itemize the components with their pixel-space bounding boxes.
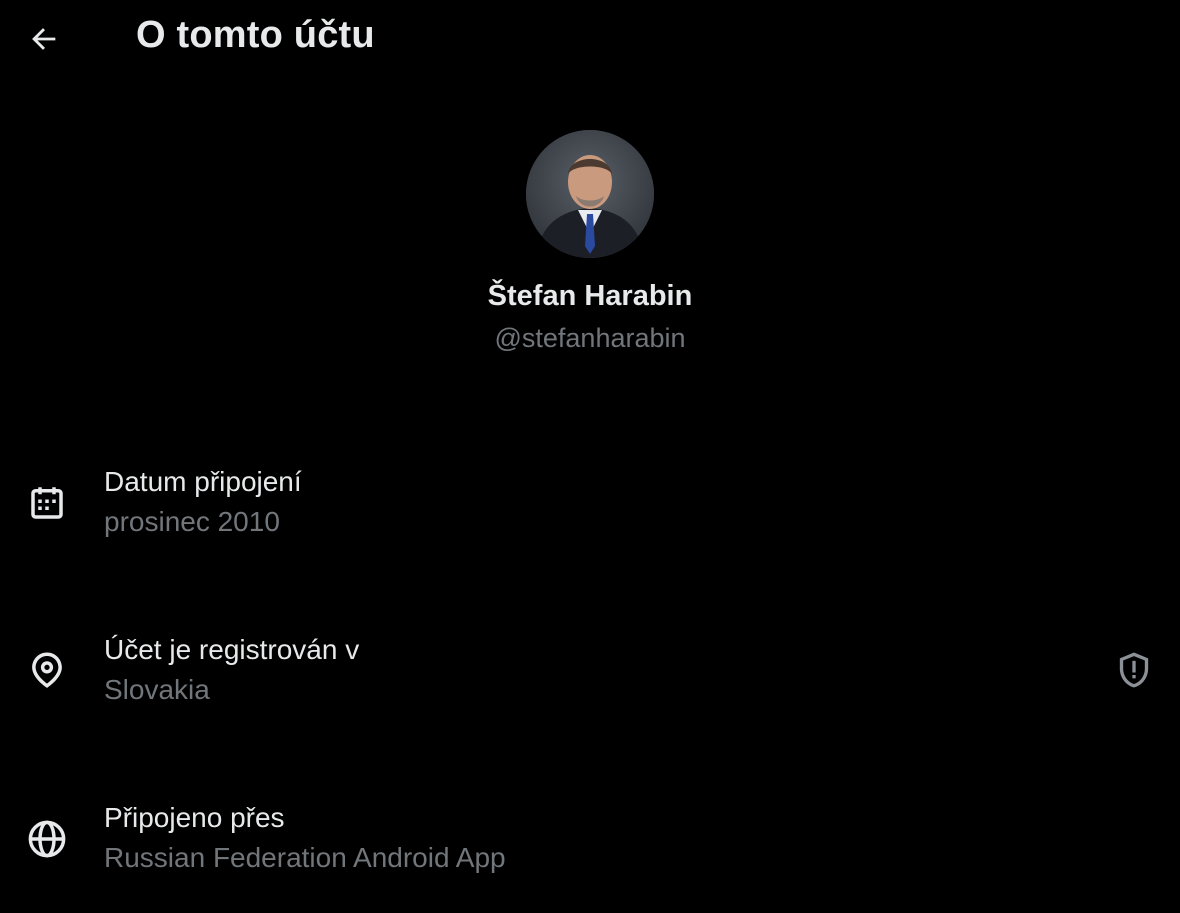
account-based-in-label: Účet je registrován v: [104, 634, 360, 665]
calendar-icon: [31, 487, 63, 519]
profile-section: Štefan Harabin @stefanharabin: [0, 130, 1180, 354]
connected-via-value: Russian Federation Android App: [104, 842, 506, 873]
globe-icon: [28, 820, 66, 858]
location-pin-icon: [32, 652, 62, 688]
back-button[interactable]: [22, 17, 66, 61]
connected-via-row: Připojeno přes Russian Federation Androi…: [0, 802, 1180, 892]
shield-alert-icon[interactable]: [1114, 650, 1154, 690]
account-based-in-row: Účet je registrován v Slovakia: [0, 634, 1180, 724]
connected-via-label: Připojeno přes: [104, 802, 285, 833]
avatar-image: [526, 130, 654, 258]
joined-date-label: Datum připojení: [104, 466, 302, 497]
page-title: O tomto účtu: [136, 14, 375, 56]
avatar[interactable]: [526, 130, 654, 258]
joined-date-row: Datum připojení prosinec 2010: [0, 466, 1180, 556]
header: O tomto účtu: [0, 0, 1180, 80]
joined-date-value: prosinec 2010: [104, 506, 280, 537]
username-handle: @stefanharabin: [494, 323, 686, 353]
display-name: Štefan Harabin: [487, 280, 693, 312]
arrow-left-icon: [32, 28, 56, 50]
account-based-in-value: Slovakia: [104, 674, 210, 705]
